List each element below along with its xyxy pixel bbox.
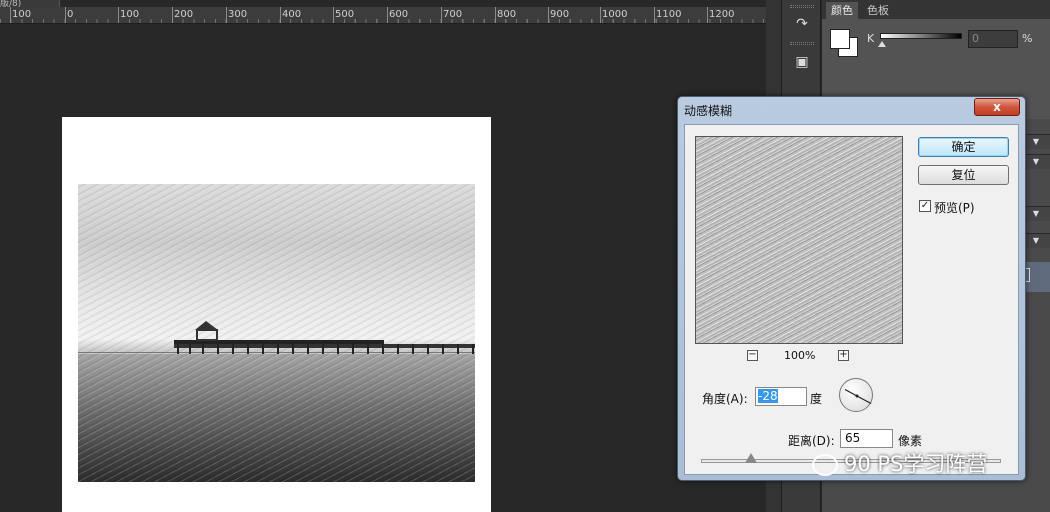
ruler-tick: 1200 — [709, 9, 735, 20]
ruler-tick: 900 — [550, 9, 570, 20]
ruler-tick: 100 — [120, 9, 140, 20]
distance-input[interactable]: 65 — [840, 429, 893, 448]
zoom-level: 100% — [784, 349, 816, 362]
ruler-tick: 1000 — [602, 9, 628, 20]
k-channel-label: K — [867, 32, 875, 45]
angle-unit: 度 — [810, 392, 823, 406]
blur-preview[interactable] — [695, 136, 903, 344]
k-slider-thumb[interactable] — [878, 41, 886, 47]
zoom-in-button[interactable]: + — [838, 350, 849, 361]
distance-unit: 像素 — [898, 434, 923, 448]
angle-dial[interactable] — [839, 378, 873, 412]
3d-cube-icon[interactable]: ▣ — [790, 50, 814, 74]
angle-label: 角度(A): — [702, 392, 748, 406]
toolbar-grip[interactable] — [790, 5, 814, 8]
watermark: 90 PS学习阵营 — [812, 448, 987, 478]
ruler-tick: 500 — [335, 9, 355, 20]
ruler-tick: 800 — [497, 9, 517, 20]
pier-photo — [78, 184, 475, 482]
chevron-down-icon[interactable]: ▼ — [1022, 234, 1050, 248]
angle-value: -28 — [758, 389, 778, 403]
ruler-tick: 1100 — [656, 9, 682, 20]
reset-button[interactable]: 复位 — [918, 165, 1009, 185]
angle-dial-icon — [844, 388, 872, 405]
tab-color[interactable]: 颜色 — [826, 2, 858, 19]
ruler-tick: 400 — [282, 9, 302, 20]
ruler-tick: 300 — [228, 9, 248, 20]
ok-button[interactable]: 确定 — [918, 137, 1009, 157]
tab-swatches[interactable]: 色板 — [862, 2, 894, 19]
distance-label: 距离(D): — [788, 434, 835, 448]
document-canvas[interactable] — [62, 117, 491, 512]
ruler-tick: 100 — [12, 9, 32, 20]
chevron-down-icon[interactable]: ▼ — [1022, 155, 1050, 169]
dialog-body: − 100% + 确定 复位 ✓ 预览(P) 角度(A): -28 度 距离(D… — [684, 124, 1019, 475]
horizontal-ruler: 100 0 100 200 300 400 500 600 700 800 90… — [0, 7, 766, 24]
ruler-tick: 0 — [67, 9, 74, 20]
preview-checkbox[interactable]: ✓ — [919, 200, 931, 212]
distance-slider-thumb[interactable] — [745, 453, 757, 463]
k-channel-input[interactable]: 0 — [968, 30, 1018, 48]
angle-input[interactable]: -28 — [755, 387, 807, 406]
k-channel-slider[interactable] — [880, 33, 962, 39]
foreground-color-swatch[interactable] — [830, 29, 850, 49]
pier-silhouette — [174, 321, 475, 354]
canvas-area[interactable] — [0, 25, 766, 512]
panel-tabs: 颜色 色板 — [822, 0, 1050, 19]
close-button[interactable]: x — [974, 98, 1020, 116]
motion-blur-dialog: 动感模糊 x − 100% + 确定 复位 ✓ 预览(P) 角度(A): -28… — [677, 96, 1026, 481]
wechat-icon — [812, 454, 838, 476]
k-percent-label: % — [1022, 32, 1033, 45]
ruler-tick: 200 — [174, 9, 194, 20]
document-tab[interactable]: 版/8) — [0, 0, 60, 9]
toolbar-grip[interactable] — [790, 42, 814, 45]
preview-checkbox-label: 预览(P) — [934, 201, 975, 215]
zoom-out-button[interactable]: − — [747, 350, 758, 361]
chevron-down-icon[interactable]: ▼ — [1022, 207, 1050, 221]
ruler-tick: 700 — [443, 9, 463, 20]
watermark-text: 90 PS学习阵营 — [844, 452, 988, 476]
history-brush-icon[interactable]: ↷ — [790, 12, 814, 36]
ruler-tick: 600 — [389, 9, 409, 20]
dialog-title: 动感模糊 — [684, 104, 733, 118]
chevron-down-icon[interactable]: ▼ — [1022, 135, 1050, 149]
